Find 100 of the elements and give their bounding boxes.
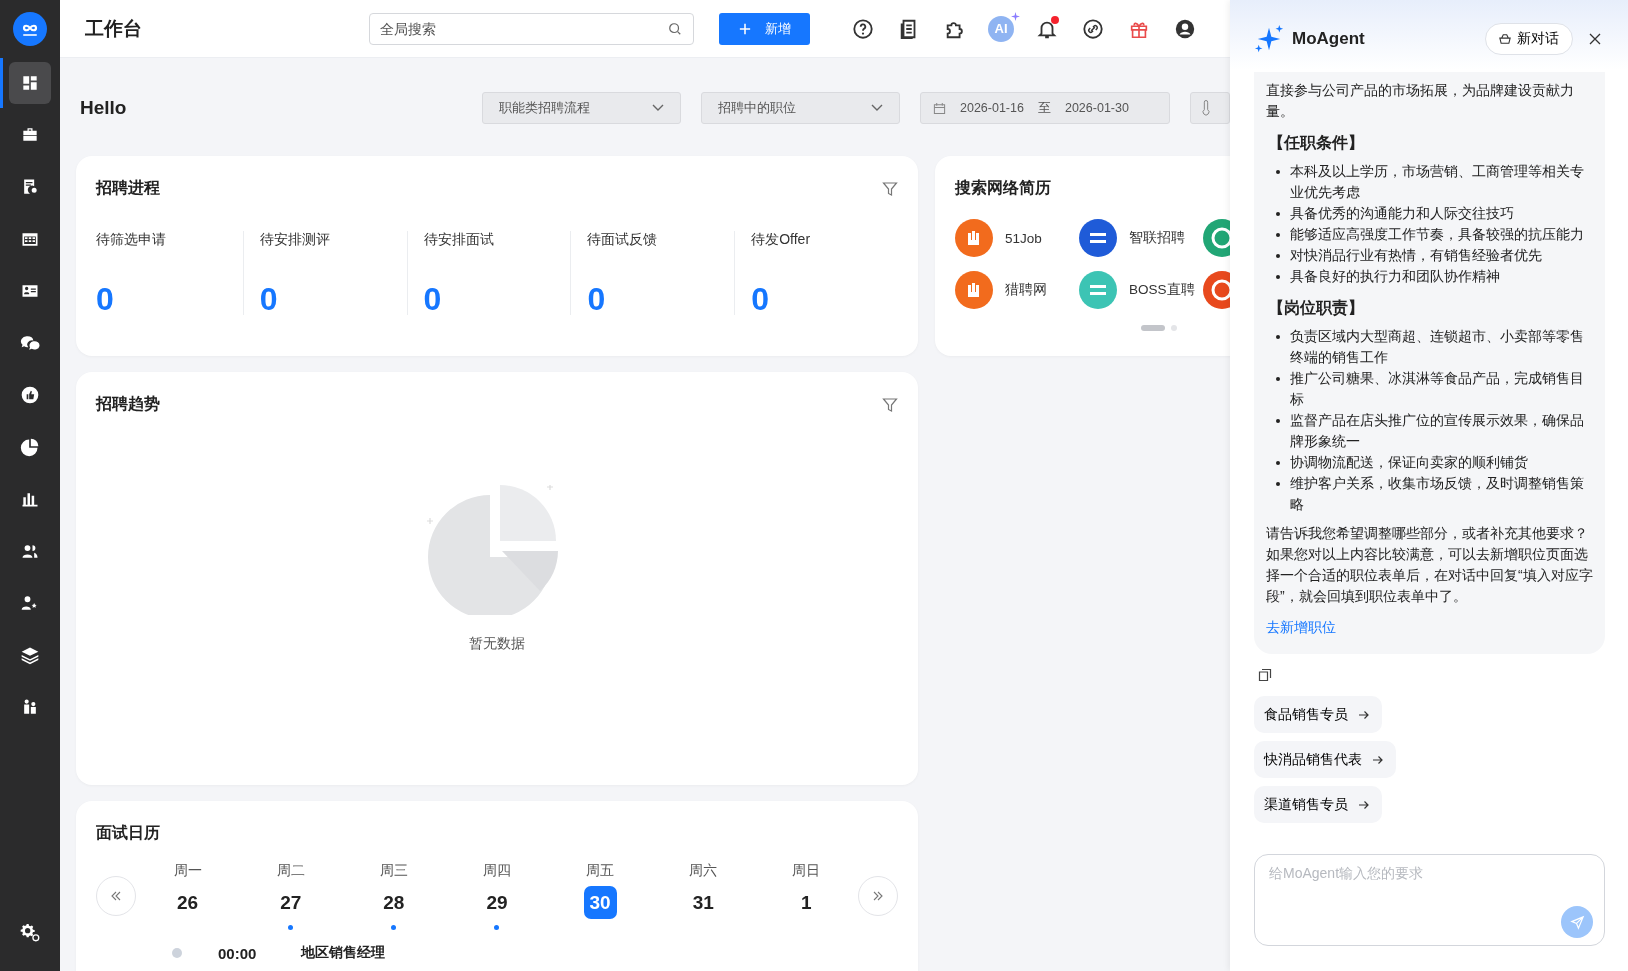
add-button[interactable]: 新增 (719, 12, 810, 45)
message-text: 直接参与公司产品的市场拓展，为品牌建设贡献力量。 (1266, 81, 1575, 121)
search-field[interactable]: 全局搜索 (369, 12, 694, 45)
user-avatar-icon (1174, 17, 1196, 40)
date-button[interactable]: 31 (686, 886, 720, 919)
send-icon (1569, 914, 1585, 930)
message-text: 请告诉我您希望调整哪些部分，或者补充其他要求？如果您对以上内容比较满意，可以去新增职位页面选择一个合适的职位表单后，在对话中回复“填入对应字段”，就会回填到职位表单中了。 (1266, 524, 1594, 606)
link-icon (1082, 17, 1104, 40)
event-time: 00:00 (218, 944, 258, 962)
date-range-field[interactable]: 2026-01-16 至 2026-01-30 (920, 92, 1170, 124)
date-button[interactable]: 27 (274, 886, 308, 919)
weekday-label: 周三 (379, 862, 408, 880)
carousel-dot[interactable] (1171, 325, 1177, 331)
stat-label: 待发Offer (751, 231, 812, 249)
pie-chart-icon (20, 437, 40, 457)
bullet-dot (1276, 482, 1280, 486)
sparkle-icon (1011, 11, 1020, 21)
bullet-dot (1276, 233, 1280, 237)
list-item: 监督产品在店头推广位的宣传展示效果，确保品牌形象统一 (1290, 411, 1585, 451)
plus-icon (738, 22, 751, 35)
process-dropdown[interactable]: 职能类招聘流程 (482, 92, 681, 124)
message-input[interactable]: 给MoAgent输入您的要求 (1254, 854, 1605, 946)
site-logo-icon[interactable] (1079, 219, 1117, 257)
list-item: 推广公司糖果、冰淇淋等食品产品，完成销售目标 (1290, 369, 1585, 409)
arrow-right-icon (1358, 798, 1370, 811)
close-icon (1589, 33, 1601, 45)
filter-icon[interactable] (882, 180, 898, 197)
basket-icon (1499, 33, 1511, 45)
list-item: 对快消品行业有热情，有销售经验者优先 (1290, 246, 1543, 265)
page-title: 工作台 (85, 16, 143, 41)
event-title[interactable]: 地区销售经理 (301, 944, 385, 962)
filter-icon[interactable] (882, 396, 898, 413)
double-chevron-left-icon (110, 890, 122, 902)
thermometer-icon (1201, 99, 1211, 117)
copy-icon[interactable] (1258, 668, 1272, 682)
bullet-dot (1276, 461, 1280, 465)
empty-message: 暂无数据 (469, 635, 525, 653)
position-dropdown[interactable]: 招聘中的职位 (701, 92, 900, 124)
add-position-link[interactable]: 去新增职位 (1266, 617, 1595, 638)
date-separator: 至 (1037, 99, 1051, 117)
suggestion-chip[interactable]: 食品销售专员 (1254, 696, 1382, 733)
card-title: 招聘进程 (96, 178, 160, 198)
date-button[interactable]: 29 (480, 886, 514, 919)
list-item: 具备良好的执行力和团队协作精神 (1290, 267, 1501, 286)
chevron-down-icon (871, 104, 883, 112)
site-logo-icon[interactable] (955, 219, 993, 257)
stat-label: 待安排面试 (423, 231, 495, 249)
arrow-right-icon (1372, 753, 1384, 766)
timeline-dot (172, 948, 182, 958)
chevron-down-icon (652, 104, 664, 112)
card-title: 面试日历 (96, 823, 160, 843)
stat-value[interactable]: 0 (587, 283, 719, 315)
stat-value[interactable]: 0 (423, 283, 555, 315)
site-name[interactable]: 智联招聘 (1129, 229, 1185, 247)
dashboard-icon (20, 73, 40, 93)
bullet-dot (1276, 170, 1280, 174)
date-button[interactable]: 30 (583, 886, 617, 919)
active-indicator (0, 58, 3, 108)
double-chevron-right-icon (872, 890, 884, 902)
section-heading: 【岗位职责】 (1268, 298, 1365, 318)
weekday-label: 周二 (276, 862, 305, 880)
site-name[interactable]: BOSS直聘 (1129, 281, 1195, 299)
section-heading: 【任职条件】 (1268, 133, 1365, 153)
bullet-dot (1276, 212, 1280, 216)
greeting: Hello (79, 97, 128, 119)
unread-dot (1051, 15, 1059, 24)
bullet-dot (1276, 419, 1280, 423)
date-button[interactable]: 1 (789, 886, 823, 919)
site-name[interactable]: 猎聘网 (1005, 281, 1047, 299)
search-icon (668, 21, 682, 36)
list-item: 具备优秀的沟通能力和人际交往技巧 (1290, 204, 1515, 223)
new-chat-button[interactable]: 新对话 (1485, 23, 1573, 55)
start-date: 2026-01-16 (960, 101, 1024, 115)
chat-bubbles-icon (20, 333, 40, 353)
weekday-label: 周四 (483, 862, 511, 880)
site-name[interactable]: 51Job (1005, 230, 1042, 246)
site-logo-icon[interactable] (1203, 271, 1230, 309)
suggestion-chip[interactable]: 快消品销售代表 (1254, 741, 1396, 778)
stat-value[interactable]: 0 (96, 283, 227, 315)
list-item: 维护客户关系，收集市场反馈，及时调整销售策略 (1290, 474, 1585, 514)
settings-icon (20, 922, 40, 942)
list-item: 本科及以上学历，市场营销、工商管理等相关专业优先考虑 (1290, 162, 1585, 202)
thumbs-up-icon (20, 385, 40, 405)
suggestion-chip[interactable]: 渠道销售专员 (1254, 786, 1382, 823)
date-button[interactable]: 28 (377, 886, 411, 919)
stat-value[interactable]: 0 (751, 283, 882, 315)
bullet-dot (1276, 335, 1280, 339)
stat-label: 待安排测评 (259, 231, 331, 249)
card-title: 招聘趋势 (96, 394, 160, 414)
bullet-dot (1276, 254, 1280, 258)
weekday-label: 周一 (173, 862, 202, 880)
stat-value[interactable]: 0 (259, 283, 391, 315)
logo-icon (13, 12, 47, 46)
site-logo-icon[interactable] (955, 271, 993, 309)
list-item: 负责区域内大型商超、连锁超市、小卖部等零售终端的销售工作 (1290, 327, 1585, 367)
help-icon (852, 17, 874, 40)
list-item: 协调物流配送，保证向卖家的顺利铺货 (1290, 453, 1529, 472)
date-button[interactable]: 26 (171, 886, 205, 919)
bullet-dot (1276, 275, 1280, 279)
site-logo-icon[interactable] (1203, 219, 1230, 257)
